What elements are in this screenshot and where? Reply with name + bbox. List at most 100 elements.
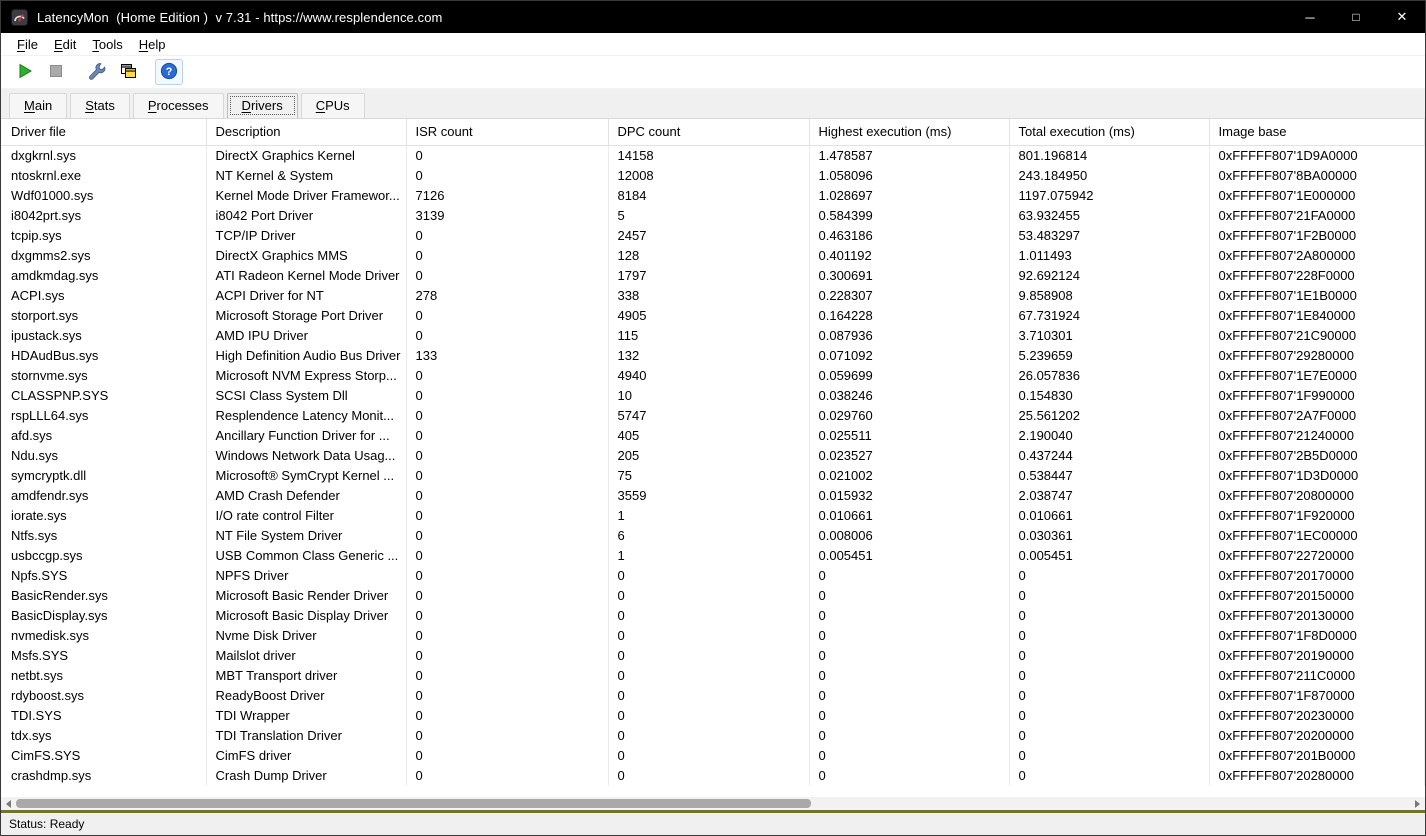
table-row[interactable]: Npfs.SYSNPFS Driver00000xFFFFF807'201700… [1,566,1425,586]
table-cell: 2.038747 [1009,486,1209,506]
table-cell: 0xFFFFF807'20170000 [1209,566,1425,586]
table-row[interactable]: stornvme.sysMicrosoft NVM Express Storp.… [1,366,1425,386]
table-cell: 0 [406,666,608,686]
table-row[interactable]: rspLLL64.sysResplendence Latency Monit..… [1,406,1425,426]
column-header-6[interactable]: Image base [1209,119,1425,145]
options-button[interactable] [83,59,111,85]
tab-main[interactable]: Main [9,93,67,118]
table-row[interactable]: TDI.SYSTDI Wrapper00000xFFFFF807'2023000… [1,706,1425,726]
table-cell: 0 [406,706,608,726]
column-header-2[interactable]: ISR count [406,119,608,145]
table-row[interactable]: rdyboost.sysReadyBoost Driver00000xFFFFF… [1,686,1425,706]
start-monitor-button[interactable] [11,59,39,85]
column-header-4[interactable]: Highest execution (ms) [809,119,1009,145]
table-row[interactable]: iorate.sysI/O rate control Filter010.010… [1,506,1425,526]
horizontal-scrollbar[interactable] [1,797,1425,810]
menu-file[interactable]: File [9,35,46,54]
table-cell: 5.239659 [1009,346,1209,366]
column-header-3[interactable]: DPC count [608,119,809,145]
table-row[interactable]: netbt.sysMBT Transport driver00000xFFFFF… [1,666,1425,686]
table-row[interactable]: amdfendr.sysAMD Crash Defender035590.015… [1,486,1425,506]
tab-drivers[interactable]: Drivers [227,93,298,118]
help-button[interactable]: ? [155,59,183,85]
table-row[interactable]: crashdmp.sysCrash Dump Driver00000xFFFFF… [1,766,1425,786]
table-row[interactable]: Wdf01000.sysKernel Mode Driver Framewor.… [1,186,1425,206]
table-cell: 0 [406,466,608,486]
menu-tools[interactable]: Tools [84,35,130,54]
table-cell: 0.025511 [809,426,1009,446]
table-row[interactable]: usbccgp.sysUSB Common Class Generic ...0… [1,546,1425,566]
table-row[interactable]: HDAudBus.sysHigh Definition Audio Bus Dr… [1,346,1425,366]
table-cell: 0.154830 [1009,386,1209,406]
table-cell: 205 [608,446,809,466]
tab-stats[interactable]: Stats [70,93,130,118]
close-button[interactable]: ✕ [1379,1,1425,33]
table-row[interactable]: afd.sysAncillary Function Driver for ...… [1,426,1425,446]
table-cell: BasicDisplay.sys [1,606,206,626]
table-cell: tdx.sys [1,726,206,746]
table-row[interactable]: amdkmdag.sysATI Radeon Kernel Mode Drive… [1,266,1425,286]
tab-processes[interactable]: Processes [133,93,224,118]
table-cell: Crash Dump Driver [206,766,406,786]
table-row[interactable]: storport.sysMicrosoft Storage Port Drive… [1,306,1425,326]
table-row[interactable]: Msfs.SYSMailslot driver00000xFFFFF807'20… [1,646,1425,666]
table-cell: 0 [608,646,809,666]
table-row[interactable]: ACPI.sysACPI Driver for NT2783380.228307… [1,286,1425,306]
menu-edit[interactable]: Edit [46,35,84,54]
table-row[interactable]: BasicRender.sysMicrosoft Basic Render Dr… [1,586,1425,606]
stop-monitor-button[interactable] [42,59,70,85]
table-cell: 0 [809,726,1009,746]
minimize-button[interactable]: ─ [1287,1,1333,33]
table-cell: 92.692124 [1009,266,1209,286]
table-cell: USB Common Class Generic ... [206,546,406,566]
table-cell: 0.584399 [809,206,1009,226]
table-cell: 0xFFFFF807'29280000 [1209,346,1425,366]
table-row[interactable]: nvmedisk.sysNvme Disk Driver00000xFFFFF8… [1,626,1425,646]
table-cell: High Definition Audio Bus Driver [206,346,406,366]
drivers-panel: Driver fileDescriptionISR countDPC count… [1,119,1425,810]
table-row[interactable]: dxgmms2.sysDirectX Graphics MMS01280.401… [1,246,1425,266]
table-cell: 0xFFFFF807'2B5D0000 [1209,446,1425,466]
table-row[interactable]: tdx.sysTDI Translation Driver00000xFFFFF… [1,726,1425,746]
table-row[interactable]: Ndu.sysWindows Network Data Usag...02050… [1,446,1425,466]
column-header-1[interactable]: Description [206,119,406,145]
table-cell: 0 [608,686,809,706]
table-cell: 0xFFFFF807'1D9A0000 [1209,145,1425,166]
table-row[interactable]: dxgkrnl.sysDirectX Graphics Kernel014158… [1,145,1425,166]
column-header-0[interactable]: Driver file [1,119,206,145]
table-row[interactable]: tcpip.sysTCP/IP Driver024570.46318653.48… [1,226,1425,246]
scroll-right-arrow[interactable] [1410,797,1425,810]
table-cell: 0 [406,386,608,406]
tab-cpus[interactable]: CPUs [301,93,365,118]
table-cell: 67.731924 [1009,306,1209,326]
table-cell: AMD IPU Driver [206,326,406,346]
table-cell: 8184 [608,186,809,206]
table-row[interactable]: CimFS.SYSCimFS driver00000xFFFFF807'201B… [1,746,1425,766]
table-cell: 0xFFFFF807'21FA0000 [1209,206,1425,226]
table-row[interactable]: BasicDisplay.sysMicrosoft Basic Display … [1,606,1425,626]
table-cell: 133 [406,346,608,366]
app-icon[interactable] [11,9,28,26]
report-button[interactable] [114,59,142,85]
table-row[interactable]: ipustack.sysAMD IPU Driver01150.0879363.… [1,326,1425,346]
table-cell: 53.483297 [1009,226,1209,246]
menu-help[interactable]: Help [131,35,174,54]
scrollbar-thumb[interactable] [16,799,811,808]
maximize-button[interactable]: □ [1333,1,1379,33]
table-row[interactable]: symcryptk.dllMicrosoft® SymCrypt Kernel … [1,466,1425,486]
table-cell: 0xFFFFF807'20200000 [1209,726,1425,746]
table-cell: 0.228307 [809,286,1009,306]
scroll-left-arrow[interactable] [1,797,16,810]
table-cell: i8042 Port Driver [206,206,406,226]
table-row[interactable]: CLASSPNP.SYSSCSI Class System Dll0100.03… [1,386,1425,406]
scrollbar-track[interactable] [16,797,1410,810]
table-row[interactable]: ntoskrnl.exeNT Kernel & System0120081.05… [1,166,1425,186]
table-cell: 0 [809,626,1009,646]
table-row[interactable]: i8042prt.sysi8042 Port Driver313950.5843… [1,206,1425,226]
table-cell: 14158 [608,145,809,166]
column-header-5[interactable]: Total execution (ms) [1009,119,1209,145]
table-cell: 0 [406,486,608,506]
table-cell: 75 [608,466,809,486]
table-cell: 0xFFFFF807'1F920000 [1209,506,1425,526]
table-row[interactable]: Ntfs.sysNT File System Driver060.0080060… [1,526,1425,546]
